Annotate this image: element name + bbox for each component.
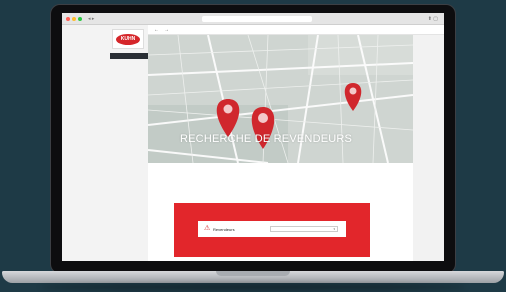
sidebar: KUHN (62, 25, 148, 261)
sidebar-item-dealer-search[interactable] (110, 60, 148, 66)
dealer-label: Revendeurs (213, 227, 235, 232)
dealer-select[interactable]: ▾ (270, 226, 338, 232)
right-margin (413, 35, 444, 261)
dealer-search-card: ⚠ Revendeurs ▾ (198, 221, 346, 237)
browser-chrome: ◂ ▸ ⬆ ▢ (62, 13, 444, 25)
minimize-window-button[interactable] (72, 17, 76, 21)
forward-arrow-icon[interactable]: → (164, 27, 169, 33)
warning-icon: ⚠ (204, 225, 211, 232)
top-navigation: ← → (148, 25, 444, 35)
browser-toolbar-icons[interactable]: ⬆ ▢ (428, 16, 438, 22)
sidebar-item-active[interactable] (110, 53, 148, 59)
maximize-window-button[interactable] (78, 17, 82, 21)
dealer-search-panel: ⚠ Revendeurs ▾ (174, 203, 370, 257)
laptop-screen: ◂ ▸ ⬆ ▢ KUHN ← → RECHERCHE DE REVENDEURS… (62, 13, 444, 261)
hero-map: RECHERCHE DE REVENDEURS (148, 35, 413, 163)
kuhn-logo[interactable]: KUHN (112, 29, 144, 49)
back-arrow-icon[interactable]: ← (154, 27, 159, 33)
browser-nav-icons[interactable]: ◂ ▸ (88, 16, 94, 22)
laptop-shadow (40, 284, 466, 290)
logo-text: KUHN (116, 34, 140, 45)
address-bar[interactable] (202, 16, 312, 22)
page-title: RECHERCHE DE REVENDEURS (180, 133, 353, 145)
chevron-down-icon[interactable]: ▾ (333, 227, 335, 231)
close-window-button[interactable] (66, 17, 70, 21)
main-content: ⚠ Revendeurs ▾ (148, 163, 413, 261)
laptop-notch (216, 271, 290, 276)
